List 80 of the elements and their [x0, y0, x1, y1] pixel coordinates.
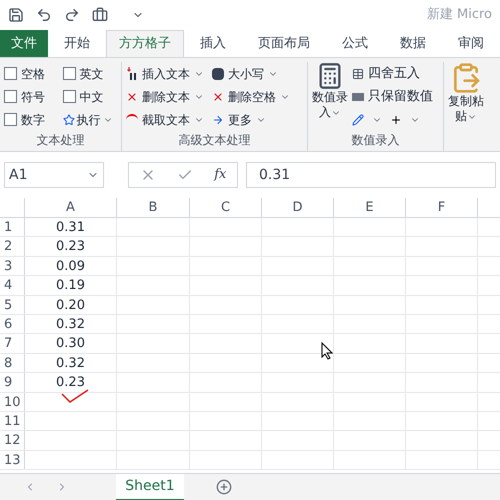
ribbon-command[interactable]: 大小写: [212, 62, 290, 85]
table-cell: 0.20: [56, 298, 85, 313]
table-cell: 0.09: [56, 258, 85, 274]
number-entry-button[interactable]: 数值录 入: [312, 62, 348, 131]
ribbon-command[interactable]: 删除文本: [126, 85, 204, 108]
ribbon-tab[interactable]: 开始: [48, 30, 106, 57]
formula-field[interactable]: 0.31: [246, 162, 496, 188]
function-button[interactable]: fx: [214, 165, 226, 185]
row-header[interactable]: 10: [0, 392, 25, 411]
redo-icon[interactable]: [64, 7, 80, 23]
table-icon: [352, 68, 364, 80]
ribbon-command[interactable]: 删除空格: [212, 85, 290, 108]
plus-icon[interactable]: [390, 114, 402, 126]
execute-button[interactable]: 执行: [62, 108, 117, 131]
ribbon-command[interactable]: 四舍五入: [352, 62, 433, 85]
group-label: 高级文本处理: [178, 132, 252, 149]
ribbon-command[interactable]: 截取文本: [126, 108, 204, 131]
undo-icon[interactable]: [36, 7, 52, 23]
ribbon-tab[interactable]: 公式: [326, 30, 384, 57]
column-header[interactable]: C: [190, 198, 262, 217]
checkbox[interactable]: [4, 113, 17, 126]
table-cell: 0.23: [56, 239, 85, 254]
row-header[interactable]: 6: [0, 314, 25, 334]
star-icon: [62, 114, 74, 126]
checkbox-label: 数字: [21, 112, 45, 128]
table-cell: 0.19: [56, 278, 85, 294]
sheet-tab[interactable]: Sheet1: [116, 474, 184, 500]
group-label: 数值录入: [350, 132, 400, 149]
name-box[interactable]: A1: [4, 162, 104, 188]
checkbox-label: 中文: [80, 88, 104, 106]
insert-text-icon: [126, 67, 138, 80]
table-cell: 0.32: [56, 316, 85, 332]
column-header[interactable]: A: [25, 198, 117, 217]
table-cell: 0.31: [56, 220, 85, 235]
table-cell: 0.23: [56, 375, 85, 390]
table-cell: 0.32: [56, 356, 85, 371]
group-label: 文本处理: [36, 132, 86, 149]
row-header[interactable]: 13: [0, 450, 25, 470]
column-header[interactable]: F: [406, 198, 478, 217]
copy-paste-button[interactable]: 复制粘 贴: [444, 62, 488, 124]
row-header[interactable]: 5: [0, 296, 25, 314]
ribbon-tab[interactable]: 方方格子: [106, 30, 184, 57]
ribbon-tab[interactable]: 页面布局: [242, 30, 326, 57]
save-icon[interactable]: [8, 7, 24, 23]
arrow-icon: [212, 114, 224, 126]
row-header[interactable]: 11: [0, 412, 25, 430]
row-header[interactable]: 8: [0, 354, 25, 372]
row-header[interactable]: 1: [0, 218, 25, 236]
briefcase-icon[interactable]: [92, 7, 108, 23]
column-header[interactable]: D: [262, 198, 334, 217]
delete-text-icon: [126, 90, 138, 102]
row-header[interactable]: 9: [0, 373, 25, 392]
ribbon-command[interactable]: 只保留数值: [352, 85, 433, 108]
delete-spaces-icon: [212, 90, 224, 102]
row-header[interactable]: 4: [0, 276, 25, 295]
row-header[interactable]: 3: [0, 256, 25, 276]
row-header[interactable]: 2: [0, 237, 25, 256]
checkbox[interactable]: [4, 67, 17, 80]
ribbon-tab[interactable]: 插入: [184, 30, 242, 57]
ribbon-tab[interactable]: 文件: [0, 30, 48, 57]
row-header[interactable]: 7: [0, 334, 25, 353]
checkbox[interactable]: [4, 90, 17, 103]
mouse-pointer-icon: [321, 342, 333, 360]
checkbox[interactable]: [62, 90, 76, 103]
edit-icon[interactable]: [352, 114, 364, 126]
ribbon-command[interactable]: 更多: [212, 108, 290, 131]
ribbon-tab[interactable]: 审阅: [442, 30, 500, 57]
column-header[interactable]: B: [117, 198, 190, 217]
checkbox-label: 空格: [21, 66, 45, 82]
table-cell: 0.30: [56, 336, 85, 352]
checkbox-label: 符号: [21, 88, 45, 106]
checkbox[interactable]: [62, 67, 76, 80]
ribbon-tab[interactable]: 数据: [384, 30, 442, 57]
column-header[interactable]: E: [334, 198, 406, 217]
checkmark-drawing: [60, 388, 90, 404]
window-title: 新建 Micro: [426, 6, 492, 24]
row-header[interactable]: 12: [0, 431, 25, 450]
add-sheet-icon[interactable]: [216, 479, 232, 495]
checkbox-label: 英文: [80, 66, 104, 82]
ribbon-command[interactable]: 插入文本: [126, 62, 204, 85]
